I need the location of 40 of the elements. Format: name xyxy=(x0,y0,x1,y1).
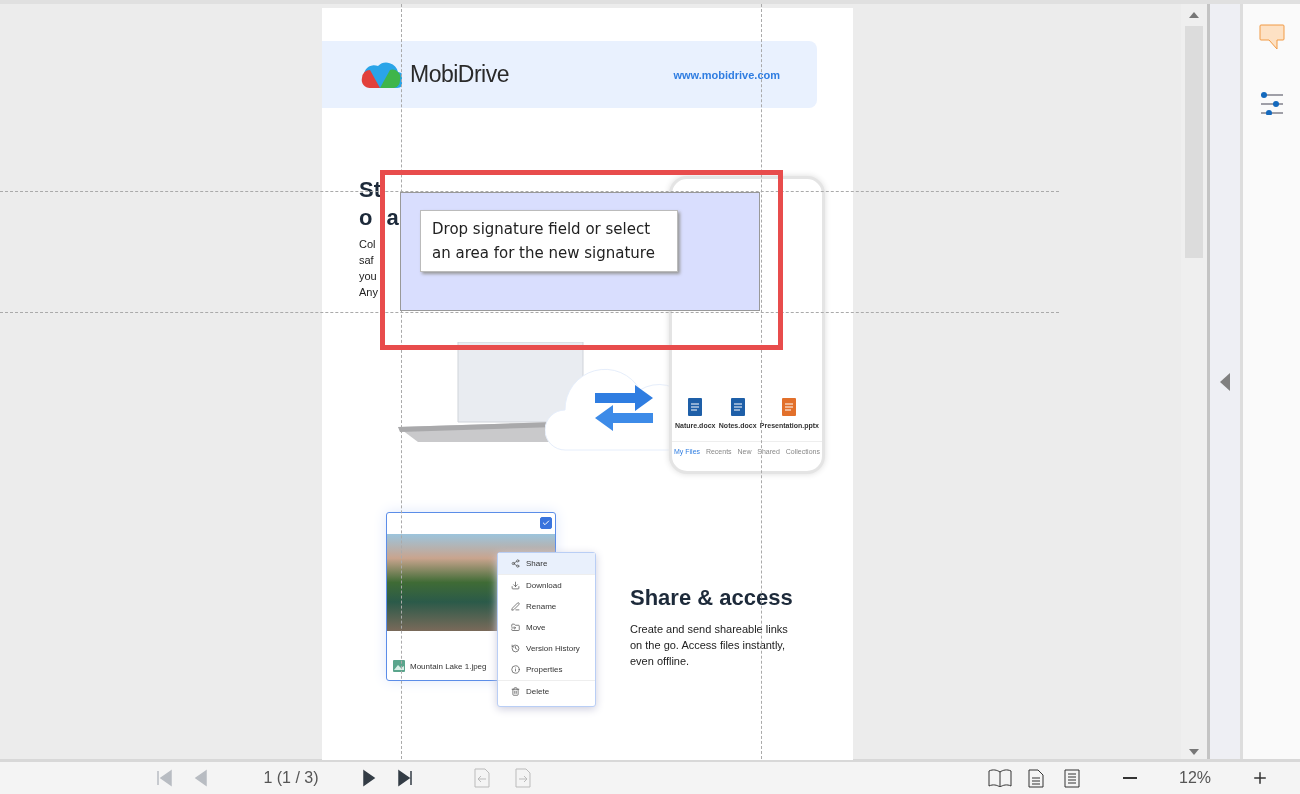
checkbox[interactable] xyxy=(540,517,552,529)
section-text: Create and send shareable links on the go. Access files instantly, even offline. xyxy=(630,622,789,669)
website-link[interactable]: www.mobidrive.com xyxy=(673,68,780,81)
page-indicator: 1 (1 / 3) xyxy=(262,769,320,787)
minus-icon xyxy=(1123,777,1137,779)
menu-item-icon xyxy=(511,687,520,696)
image-file-icon xyxy=(393,660,405,672)
scroll-down-icon[interactable] xyxy=(1189,749,1199,755)
menu-item[interactable]: Version History xyxy=(498,638,595,659)
menu-item[interactable]: Share xyxy=(498,553,595,574)
brand-name: MobiDrive xyxy=(410,61,510,88)
zoom-level: 12% xyxy=(1178,769,1212,787)
scroll-up-icon[interactable] xyxy=(1189,12,1199,18)
menu-item[interactable]: Download xyxy=(498,574,595,596)
menu-item[interactable]: Delete xyxy=(498,680,595,702)
text-fragment: you xyxy=(359,269,378,284)
heading-fragment: o xyxy=(359,204,373,232)
text-fragment: saf xyxy=(359,253,375,268)
check-icon xyxy=(542,519,550,527)
menu-item-icon xyxy=(511,602,520,611)
signature-hint-tooltip: Drop signature field or select an area for the new signature xyxy=(420,210,678,272)
section-heading: Share & access xyxy=(630,585,794,611)
menu-item-icon xyxy=(511,665,520,674)
menu-item-icon xyxy=(511,581,520,590)
menu-item-icon xyxy=(511,623,520,632)
menu-item[interactable]: Rename xyxy=(498,596,595,617)
menu-item-icon xyxy=(511,644,520,653)
document-icon xyxy=(730,398,745,416)
text-fragment: Any xyxy=(359,285,379,300)
menu-item-icon xyxy=(511,559,520,568)
document-icon xyxy=(688,398,703,416)
sliders-icon[interactable] xyxy=(1259,91,1284,115)
menu-item[interactable]: Properties xyxy=(498,659,595,680)
plus-icon xyxy=(1251,769,1269,787)
heading-fragment: a xyxy=(386,204,399,232)
document-icon xyxy=(782,398,797,416)
text-fragment: Col xyxy=(359,237,377,252)
collapse-panel-icon[interactable] xyxy=(1220,373,1230,391)
menu-item[interactable]: Move xyxy=(498,617,595,638)
file-name: Mountain Lake 1.jpeg xyxy=(410,661,487,671)
